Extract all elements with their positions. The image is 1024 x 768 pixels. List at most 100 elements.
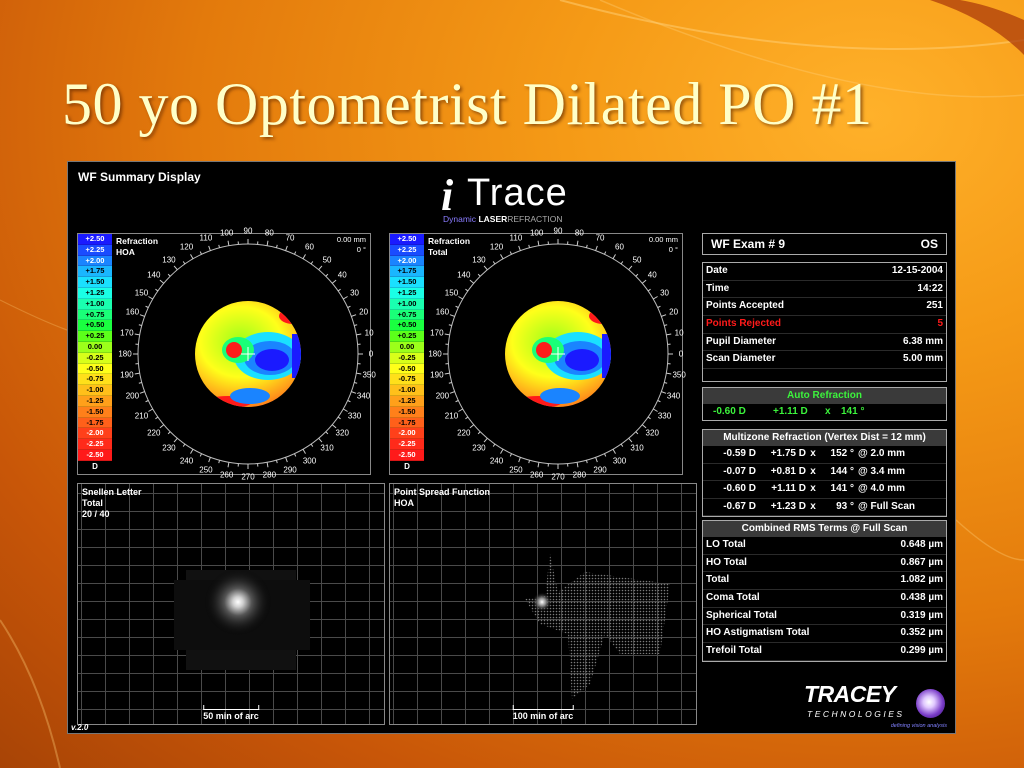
scale-cell: +1.25 [390,287,424,299]
polar-tick [148,296,153,300]
polar-tick [266,462,269,468]
brand-tagline: Dynamic LASERREFRACTION [443,214,563,224]
degree-label: 290 [283,465,297,475]
degree-label: 10 [674,328,684,338]
polar-tick [318,437,323,443]
degree-label: 290 [593,465,607,475]
degree-label: 330 [657,411,672,420]
degree-label: 40 [337,270,347,280]
degree-label: 0 [368,349,374,359]
degree-label: 230 [472,443,486,453]
polar-tick [449,314,455,317]
polar-tick [134,333,140,336]
refraction-total-map: +2.50 +2.25 +2.00 +1.75 +1.50 +1.25 +1.00 +0.75… [389,227,686,482]
polar-tick [134,372,140,375]
scale-cell: +1.75 [390,266,424,278]
polar-tick [635,431,639,435]
polar-tick [509,453,512,457]
scale-cell: -2.00 [78,428,112,440]
degree-label: 120 [489,242,504,252]
tagline-laser: LASER [478,214,508,224]
scale-cell: -2.50 [78,449,112,461]
polar-tick [661,391,667,394]
polar-tick [465,416,469,420]
polar-tick [455,305,459,308]
polar-tick [641,424,647,429]
polar-tick [208,457,211,463]
map-label: Refraction Total [428,236,471,257]
polar-tick [351,314,357,317]
itrace-brand: i Trace Dynamic LASERREFRACTION [441,168,591,226]
scale-cell: +0.75 [78,309,112,321]
polar-tick [666,372,672,375]
rms-row: Coma Total 0.438 µm [703,590,946,608]
polar-tick [585,460,588,464]
scale-cell: -1.25 [390,395,424,407]
polar-tick [477,431,481,435]
scale-cell: +0.25 [78,331,112,342]
polar-tick [458,408,463,412]
polar-tick [628,265,633,271]
polar-tick [500,254,504,259]
polar-tick [337,288,341,292]
polar-tick [285,457,288,463]
polar-tick [218,460,221,464]
polar-tick [465,288,469,292]
exam-row: Points Accepted 251 [703,298,946,317]
multizone-title: Multizone Refraction (Vertex Dist = 12 m… [703,430,946,446]
polar-tick [343,296,348,300]
polar-tick [657,305,661,308]
scale-unit: D [404,461,410,471]
map-offset: 0.00 mm 0 ° [336,235,366,254]
psf-label: Point Spread Function HOA [394,487,490,508]
auto-refraction-title: Auto Refraction [703,388,946,404]
exam-row: Time 14:22 [703,281,946,299]
multizone-row: -0.07 D +0.81 Dx 144 ° @ 3.4 mm [703,464,946,481]
degree-label: 150 [134,288,149,297]
degree-label: 160 [435,307,450,317]
degree-label: 230 [162,443,176,453]
scale-cell: +1.00 [78,298,112,310]
degree-label: 320 [335,428,349,438]
polar-tick [576,462,579,468]
degree-label: 50 [322,255,332,265]
degree-label: 20 [359,307,369,317]
multizone-row: -0.67 D +1.23 Dx 93 ° @ Full Scan [703,499,946,516]
scale-cell: -1.50 [78,406,112,418]
psf-image [525,554,670,699]
polar-tick [302,449,306,454]
degree-label: 40 [647,270,657,280]
polar-tick [337,416,341,420]
polar-tick [528,460,531,464]
polar-tick [604,453,607,457]
polar-tick [173,437,178,443]
polar-tick [275,244,278,248]
degree-label: 260 [529,470,544,480]
polar-tick [182,443,186,447]
degree-label: 120 [179,242,194,252]
scale-cell: -1.25 [78,395,112,407]
polar-tick [148,408,153,412]
polar-tick [444,372,450,375]
degree-label: 190 [430,370,444,380]
polar-tick [331,424,337,429]
logo-orb-icon [916,689,945,718]
scale-cell: 0.00 [78,341,112,353]
polar-tick [483,265,488,271]
polar-tick [595,245,598,251]
polar-tick [449,391,455,394]
polar-tick [444,333,450,336]
polar-tick [537,462,540,468]
polar-tick [576,240,579,246]
scale-cell: -2.25 [78,439,112,450]
scale-cell: +0.50 [78,320,112,332]
degree-label: 350 [672,370,686,380]
version-label: v.2.0 [71,723,89,732]
polar-tick [139,314,145,317]
auto-refraction-box: Auto Refraction -0.60 D +1.11 D x 141 ° [702,387,947,421]
polar-tick [635,273,639,277]
degree-label: 320 [645,428,659,438]
polar-tick [653,296,658,300]
scale-cell: +1.50 [78,277,112,288]
snellen-label: Snellen Letter Total 20 / 40 [82,487,142,519]
